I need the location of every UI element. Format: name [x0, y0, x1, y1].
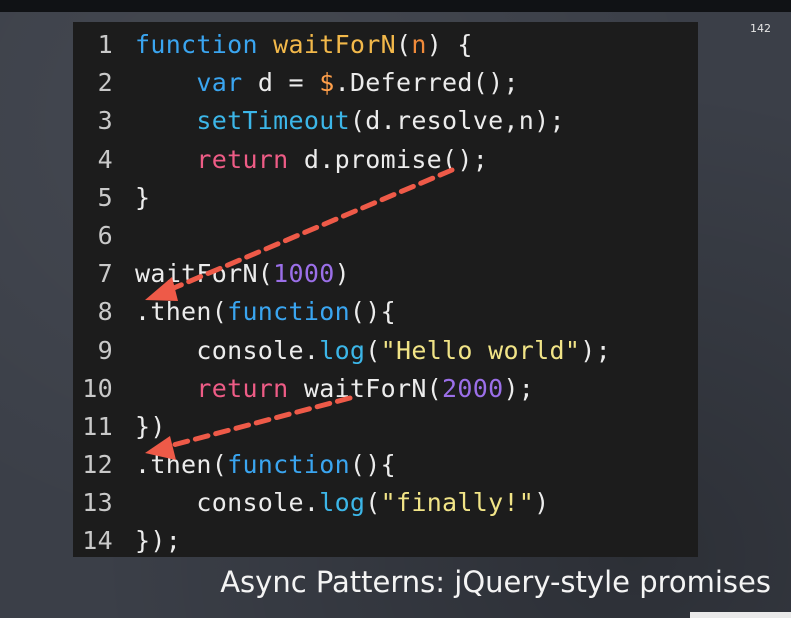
- code-text: .then(function(){: [135, 293, 396, 331]
- code-token: "Hello world": [380, 335, 581, 365]
- code-token: ): [334, 259, 350, 289]
- code-token: }: [135, 182, 151, 212]
- code-text: });: [135, 522, 181, 560]
- code-token: d =: [242, 68, 320, 98]
- line-number: 1: [97, 30, 113, 59]
- code-text: function waitForN(n) {: [135, 26, 473, 64]
- code-line: 13 console.log("finally!"): [73, 484, 698, 522]
- code-token: }): [135, 411, 166, 441]
- code-line: 5}: [73, 179, 698, 217]
- top-bar: [0, 0, 791, 12]
- code-token: n: [411, 30, 427, 59]
- code-line: 6: [73, 217, 698, 255]
- code-token: log: [319, 335, 366, 365]
- code-token: (){: [349, 297, 396, 327]
- code-token: d.promise();: [288, 144, 489, 174]
- code-text: }): [135, 408, 166, 446]
- code-line: 11}): [73, 408, 698, 446]
- code-token: });: [135, 526, 182, 556]
- code-line: 10 return waitForN(2000);: [73, 370, 698, 408]
- line-number: 3: [97, 106, 113, 136]
- code-token: function: [135, 30, 258, 59]
- line-number: 14: [82, 526, 113, 556]
- code-token: console.: [135, 488, 320, 518]
- code-token: return: [196, 144, 289, 174]
- code-token: (: [365, 335, 381, 365]
- code-token: (: [395, 30, 412, 59]
- code-text: waitForN(1000): [135, 255, 350, 293]
- line-number: 2: [97, 68, 113, 98]
- code-token: setTimeout: [196, 106, 350, 136]
- code-token: 1000: [273, 259, 335, 289]
- line-number: 13: [82, 488, 113, 518]
- line-number: 7: [97, 259, 113, 289]
- code-text: console.log("finally!"): [135, 484, 550, 522]
- code-line: 9 console.log("Hello world");: [73, 332, 698, 370]
- code-token: function: [227, 450, 350, 480]
- code-token: .then(: [135, 297, 228, 327]
- code-token: 2000: [442, 373, 504, 403]
- code-text: console.log("Hello world");: [135, 332, 611, 370]
- code-line: 12 .then(function(){: [73, 446, 698, 484]
- code-text: }: [135, 179, 150, 217]
- code-token: waitForN(: [288, 373, 443, 403]
- code-token: $: [319, 68, 335, 98]
- slide-number: 142: [750, 22, 771, 35]
- slide-caption: Async Patterns: jQuery-style promises: [220, 565, 771, 599]
- code-block: 1 function waitForN(n) {2 var d = $.Defer…: [73, 26, 698, 561]
- code-token: waitForN(: [135, 259, 274, 289]
- code-token: (d.resolve,n);: [349, 106, 565, 136]
- code-token: waitForN: [273, 30, 396, 59]
- line-number: 10: [82, 373, 113, 403]
- code-text: setTimeout(d.resolve,n);: [135, 102, 565, 140]
- code-token: .Deferred();: [334, 68, 519, 98]
- code-token: (: [365, 488, 381, 518]
- code-token: );: [580, 335, 611, 365]
- line-number: 4: [97, 144, 113, 174]
- code-text: var d = $.Deferred();: [135, 64, 519, 102]
- code-token: );: [503, 373, 535, 403]
- code-token: log: [319, 488, 366, 518]
- code-token: "finally!": [380, 488, 535, 518]
- code-line: 2 var d = $.Deferred();: [73, 64, 698, 102]
- code-token: var: [196, 68, 243, 98]
- line-number: 5: [97, 182, 113, 212]
- code-line: 1 function waitForN(n) {: [73, 26, 698, 64]
- code-token: return: [196, 373, 289, 403]
- code-line: 7 waitForN(1000): [73, 255, 698, 293]
- code-token: ): [534, 488, 550, 518]
- code-token: function: [227, 297, 350, 327]
- code-token: (){: [349, 450, 396, 480]
- code-line: 8 .then(function(){: [73, 293, 698, 331]
- line-number: 12: [82, 450, 113, 480]
- code-panel: 1 function waitForN(n) {2 var d = $.Defer…: [73, 22, 698, 557]
- code-line: 14});: [73, 522, 698, 560]
- line-number: 8: [97, 297, 113, 327]
- bottom-strip: [690, 612, 791, 618]
- code-line: 3 setTimeout(d.resolve,n);: [73, 102, 698, 140]
- line-number: 11: [82, 411, 113, 441]
- code-token: console.: [135, 335, 320, 365]
- code-text: return d.promise();: [135, 141, 488, 179]
- line-number: 6: [97, 220, 113, 250]
- code-text: return waitForN(2000);: [135, 370, 534, 408]
- line-number: 9: [97, 335, 113, 365]
- code-token: .then(: [135, 450, 228, 480]
- code-line: 4 return d.promise();: [73, 141, 698, 179]
- code-token: ) {: [426, 30, 473, 59]
- code-text: .then(function(){: [135, 446, 396, 484]
